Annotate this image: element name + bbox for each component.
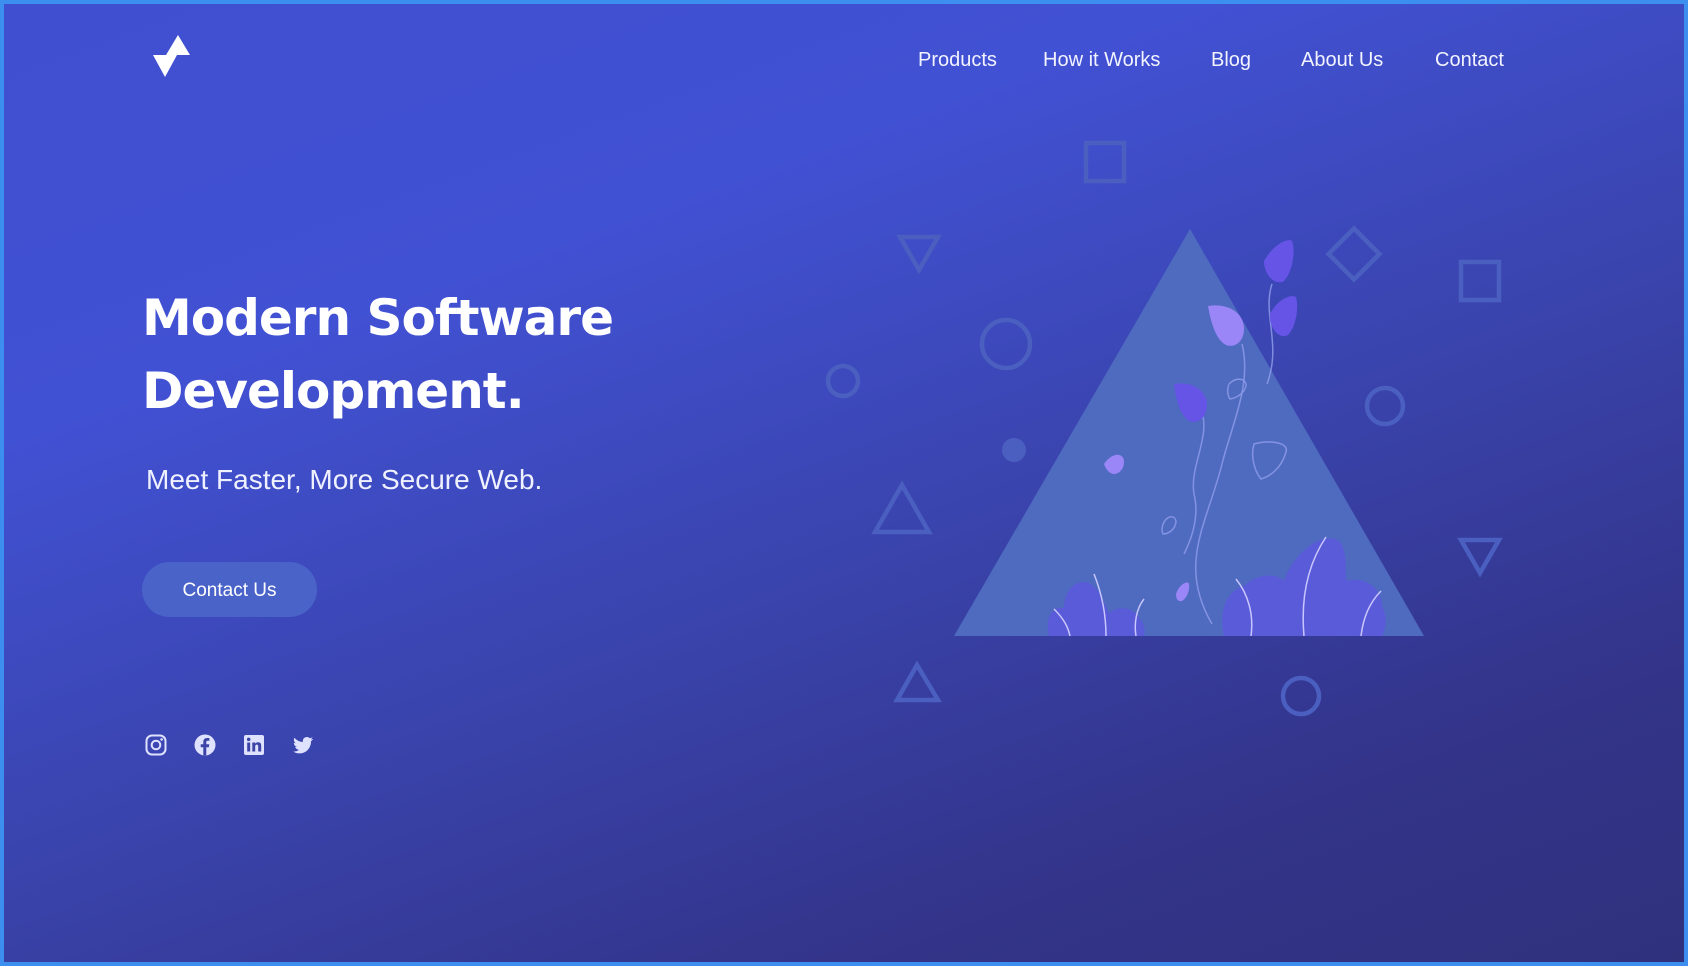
outlined-leaves — [1161, 378, 1288, 535]
hero-subtitle: Meet Faster, More Secure Web. — [146, 464, 543, 495]
nav-link-contact[interactable]: Contact — [1435, 44, 1504, 76]
triangle-up-outline-shape — [893, 660, 942, 703]
nav-link-blog[interactable]: Blog — [1211, 44, 1251, 76]
triangle-down-outline-shape — [1457, 537, 1503, 578]
circle-outline-shape — [1280, 675, 1322, 717]
triangle-up-outline-shape — [871, 480, 933, 535]
vine-stems — [1183, 283, 1274, 625]
circle-outline-shape — [979, 317, 1033, 371]
facebook-icon[interactable] — [193, 733, 217, 757]
circle-outline-shape — [825, 363, 861, 399]
triangle-down-outline-shape — [896, 234, 942, 275]
large-triangle-shape — [954, 229, 1424, 636]
nav-link-products[interactable]: Products — [918, 44, 997, 76]
bushes — [1047, 536, 1386, 637]
nav-link-about-us[interactable]: About Us — [1301, 44, 1383, 76]
hero-title-line-2: Development. — [142, 362, 525, 420]
hero-title-line-1: Modern Software — [142, 289, 614, 347]
square-outline-shape — [1458, 259, 1502, 303]
linkedin-icon[interactable] — [242, 733, 266, 757]
dot-shape — [1002, 438, 1026, 462]
square-outline-shape — [1083, 140, 1127, 184]
twitter-icon[interactable] — [291, 733, 315, 757]
contact-us-button[interactable]: Contact Us — [142, 562, 317, 617]
diamond-outline-shape — [1325, 225, 1383, 283]
circle-outline-shape — [1364, 385, 1406, 427]
outline-shapes — [825, 140, 1503, 717]
filled-leaves — [1104, 240, 1298, 602]
instagram-icon[interactable] — [144, 733, 168, 757]
hero-title: Modern Software Development. — [142, 282, 702, 428]
triangles-logo-icon[interactable] — [150, 33, 210, 83]
nav-link-how-it-works[interactable]: How it Works — [1043, 44, 1160, 76]
hero-page: Products How it Works Blog About Us Cont… — [0, 0, 1688, 966]
